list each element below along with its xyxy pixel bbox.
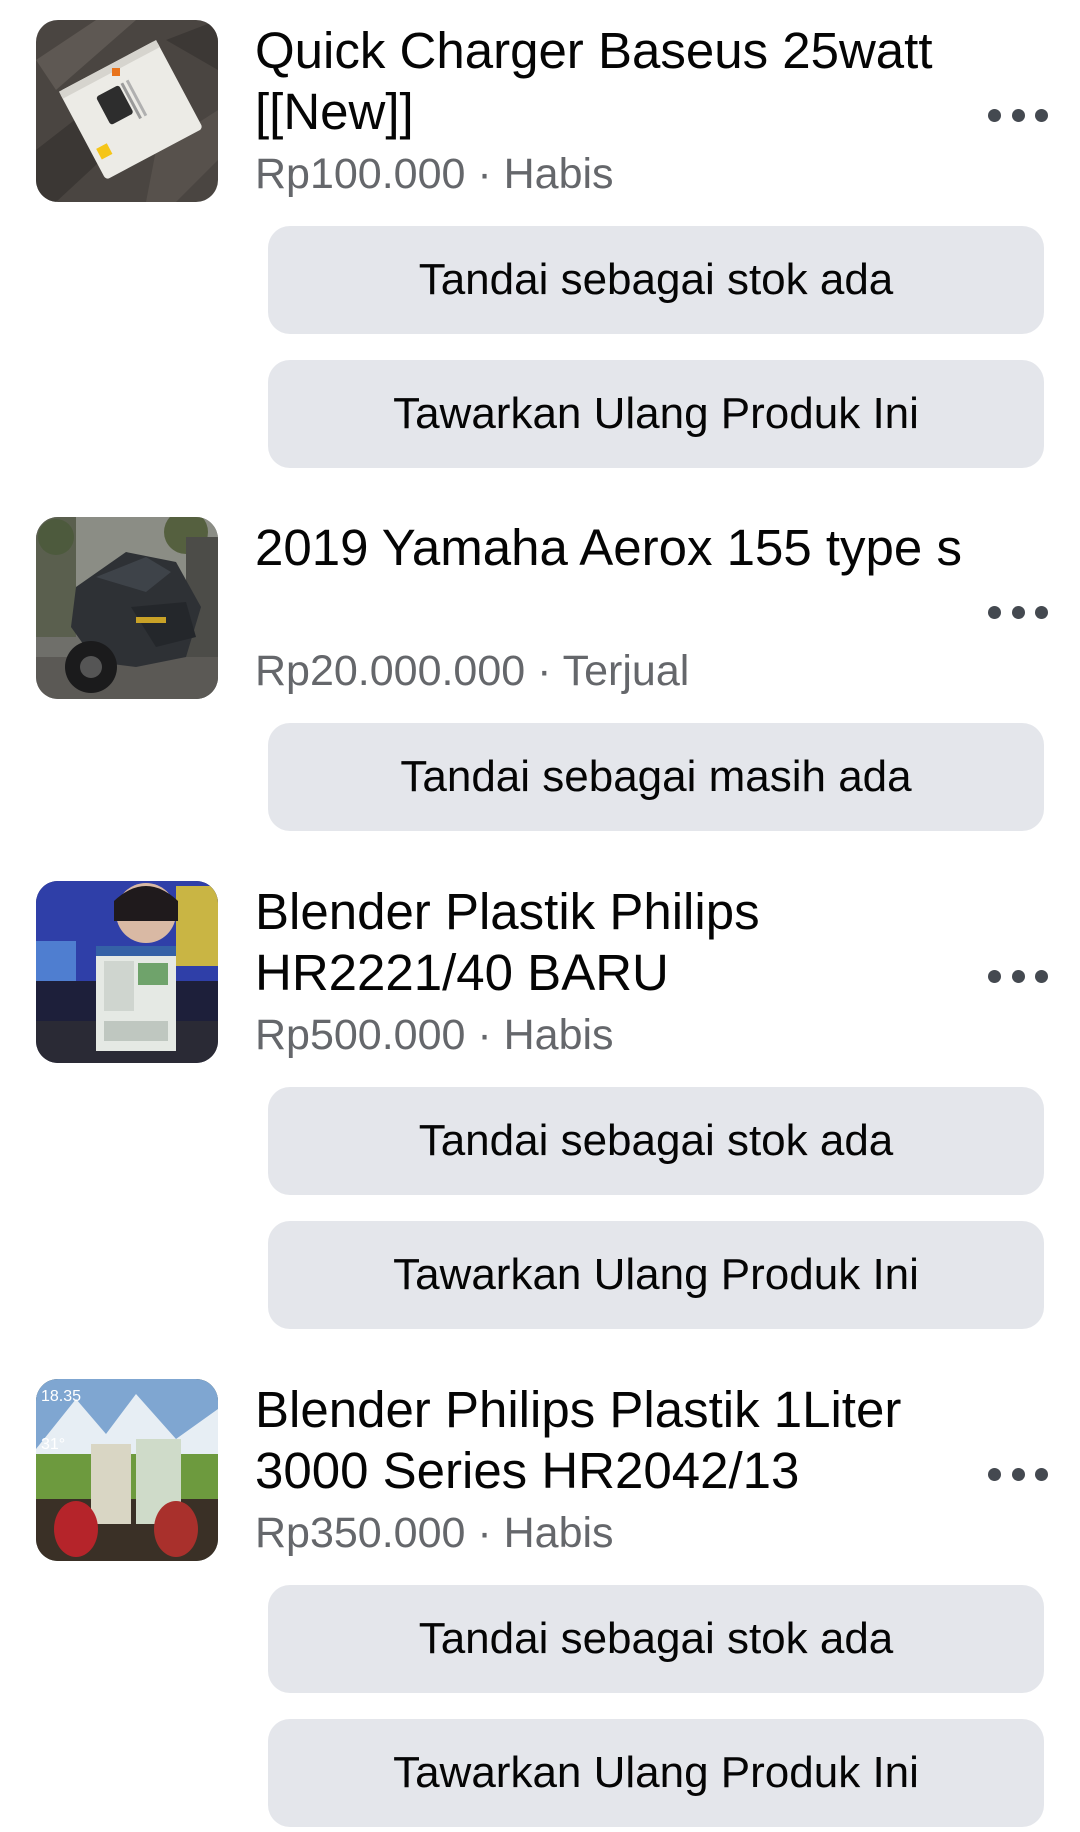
listing-price: Rp20.000.000 (255, 647, 526, 695)
meta-separator: · (525, 647, 563, 695)
relist-button[interactable]: Tawarkan Ulang Produk Ini (268, 1719, 1044, 1827)
more-options-icon[interactable] (988, 102, 1048, 128)
listing-title[interactable]: 2019 Yamaha Aerox 155 type s (255, 517, 975, 578)
meta-separator: · (465, 1011, 504, 1059)
listing-price: Rp100.000 (255, 150, 466, 198)
meta-separator: · (465, 150, 504, 198)
product-thumbnail[interactable] (36, 20, 218, 202)
listing-title[interactable]: Blender Philips Plastik 1Liter 3000 Seri… (255, 1379, 975, 1501)
listing-status: Habis (503, 150, 614, 198)
mark-in-stock-button[interactable]: Tandai sebagai stok ada (268, 1585, 1044, 1693)
meta-separator: · (465, 1509, 504, 1557)
listing-price: Rp500.000 (255, 1011, 466, 1059)
listing-meta: Rp100.000 · Habis (255, 148, 614, 200)
charger-box-image (36, 20, 218, 202)
product-thumbnail[interactable] (36, 881, 218, 1063)
listing-price: Rp350.000 (255, 1509, 466, 1557)
listing-status: Terjual (562, 647, 690, 695)
more-options-icon[interactable] (988, 1461, 1048, 1487)
listing-meta: Rp350.000 · Habis (255, 1507, 614, 1559)
relist-button[interactable]: Tawarkan Ulang Produk Ini (268, 360, 1044, 468)
thumbnail-clock-text: 18.35 (41, 1388, 81, 1405)
more-options-icon[interactable] (988, 963, 1048, 989)
mark-in-stock-button[interactable]: Tandai sebagai stok ada (268, 226, 1044, 334)
listing-status: Habis (503, 1509, 614, 1557)
listing-meta: Rp500.000 · Habis (255, 1009, 614, 1061)
scooter-image (36, 517, 218, 699)
mark-available-button[interactable]: Tandai sebagai masih ada (268, 723, 1044, 831)
product-thumbnail[interactable] (36, 517, 218, 699)
blender-box-image (36, 881, 218, 1063)
thumbnail-temperature-text: 31° (41, 1436, 65, 1453)
listing-meta: Rp20.000.000 · Terjual (255, 645, 689, 697)
listing-title[interactable]: Blender Plastik Philips HR2221/40 BARU (255, 881, 975, 1003)
more-options-icon[interactable] (988, 599, 1048, 625)
listing-status: Habis (503, 1011, 614, 1059)
blender-display-image: 18.35 31° (36, 1379, 218, 1561)
product-thumbnail[interactable]: 18.35 31° (36, 1379, 218, 1561)
mark-in-stock-button[interactable]: Tandai sebagai stok ada (268, 1087, 1044, 1195)
listing-title[interactable]: Quick Charger Baseus 25watt [[New]] (255, 20, 975, 142)
relist-button[interactable]: Tawarkan Ulang Produk Ini (268, 1221, 1044, 1329)
